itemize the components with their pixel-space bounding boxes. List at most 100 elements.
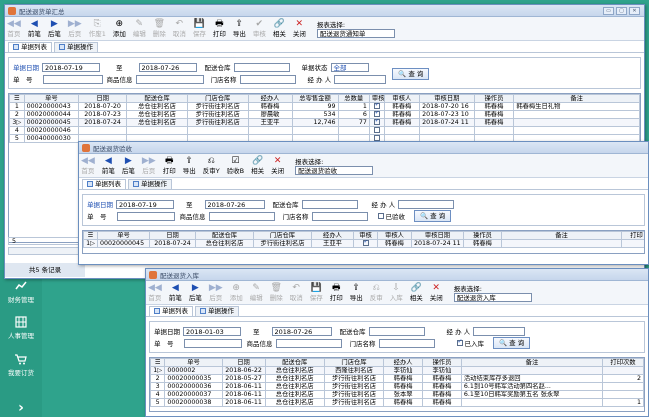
- date-to-input[interactable]: 2018-07-26: [138, 62, 197, 72]
- delete-button[interactable]: 🗑 删除: [270, 283, 283, 302]
- table-row[interactable]: 3 00020000036 2018-06-11 总仓往利名店 步行街往利名店 韩春梅 韩春…: [150, 382, 644, 391]
- table-row[interactable]: 2 00020000035 2018-05-27 总仓往利名店 步行街往利名店 韩春梅 韩春…: [150, 374, 644, 383]
- column-header[interactable]: 打印次数: [602, 358, 644, 367]
- warehouse-input[interactable]: [368, 326, 425, 336]
- void-button[interactable]: ⎘ 作废1: [89, 19, 106, 38]
- column-header[interactable]: 单号: [97, 231, 150, 240]
- column-header[interactable]: 单号: [23, 94, 80, 103]
- report-select-value[interactable]: 配送退货验收: [295, 166, 374, 175]
- maximize-icon[interactable]: ▢: [616, 6, 627, 15]
- doc-no-input[interactable]: [116, 211, 175, 221]
- sidebar-item-finance[interactable]: 财务管理: [0, 280, 42, 304]
- doc-no-input[interactable]: [183, 338, 242, 348]
- table-row[interactable]: 1▷ 0000002 2018-06-22 总仓往利名店 西隆往利名店 李钫仙 李钫仙: [150, 366, 644, 375]
- print-button[interactable]: 🖶 打印: [330, 283, 343, 302]
- instock-checkbox[interactable]: [456, 338, 463, 346]
- column-header[interactable]: 经办人: [247, 94, 293, 103]
- reaudit-button[interactable]: ⎌ 反审: [370, 283, 383, 302]
- minimize-icon[interactable]: ▭: [603, 6, 614, 15]
- column-header[interactable]: 备注: [460, 358, 604, 367]
- column-header[interactable]: 配送仓库: [126, 94, 188, 103]
- report-select[interactable]: 报表选择: 配送退货入库: [453, 285, 532, 302]
- related-button[interactable]: 🔗 相关: [273, 19, 286, 38]
- query-button[interactable]: 🔍 查 询: [493, 337, 531, 349]
- first-button[interactable]: ◀◀ 首页: [81, 156, 95, 175]
- agent-input[interactable]: [473, 326, 526, 336]
- column-header[interactable]: 日期: [221, 358, 266, 367]
- table-row[interactable]: 2 00020000044 2018-07-23 总仓往利名店 步行街往利名店 廖晨敏 53…: [9, 110, 640, 119]
- save-button[interactable]: 💾 保存: [310, 283, 323, 302]
- print-button[interactable]: 🖶 打印: [213, 19, 226, 38]
- column-header[interactable]: 门店仓库: [186, 94, 249, 103]
- store-input[interactable]: [378, 338, 435, 348]
- doc-no-input[interactable]: [42, 74, 103, 84]
- close-button[interactable]: ✕ 关闭: [430, 283, 443, 302]
- table-row[interactable]: 1▷000200000452018-07-24总仓往利名店步行街往利名店王亚平 韩…: [83, 239, 644, 248]
- related-button[interactable]: 🔗 相关: [251, 156, 264, 175]
- column-header[interactable]: 审核: [368, 94, 385, 103]
- column-header[interactable]: 总数量: [337, 94, 370, 103]
- goods-input[interactable]: [135, 74, 204, 84]
- add-button[interactable]: ⊕ 添加: [230, 283, 243, 302]
- cancel-button[interactable]: ↶ 取消: [173, 19, 186, 38]
- table-row[interactable]: 5 00020000038 2018-06-11 总仓往利名店 步行街往利名店 韩春梅 韩春…: [150, 398, 644, 407]
- sidebar-item-more[interactable]: ›: [0, 400, 42, 416]
- export-button[interactable]: ⇪ 导出: [233, 19, 246, 38]
- date-from-input[interactable]: 2018-07-19: [42, 62, 100, 72]
- report-select-value[interactable]: 配送退货入库: [453, 293, 532, 302]
- date-from-input[interactable]: 2018-01-03: [183, 326, 241, 336]
- first-button[interactable]: ◀◀ 首页: [148, 283, 162, 302]
- column-header[interactable]: 经办人: [311, 231, 354, 240]
- column-header[interactable]: 备注: [501, 231, 622, 240]
- delete-button[interactable]: 🗑 删除: [153, 19, 166, 38]
- export-button[interactable]: ⇪ 导出: [183, 156, 196, 175]
- close-button[interactable]: ✕ 关闭: [293, 19, 306, 38]
- sidebar-item-order[interactable]: 我要订货: [0, 353, 42, 377]
- goods-input[interactable]: [275, 338, 342, 348]
- query-button[interactable]: 🔍 查 询: [414, 210, 452, 222]
- date-to-input[interactable]: 2018-07-26: [271, 326, 332, 336]
- table-row[interactable]: 1 00020000043 2018-07-20 总仓往利名店 步行街往利名店 韩春梅 99…: [9, 102, 640, 111]
- cancel-button[interactable]: ↶ 取消: [290, 283, 303, 302]
- export-button[interactable]: ⇪ 导出: [350, 283, 363, 302]
- next-button[interactable]: ▶ 后笔: [48, 19, 61, 38]
- query-button[interactable]: 🔍 查 询: [392, 68, 430, 80]
- prev-button[interactable]: ◀ 前笔: [169, 283, 182, 302]
- warehouse-input[interactable]: [233, 62, 290, 72]
- save-button[interactable]: 💾 保存: [193, 19, 206, 38]
- last-button[interactable]: ▶▶ 后页: [209, 283, 223, 302]
- instock-button[interactable]: ⇩ 入库: [390, 283, 403, 302]
- close-button[interactable]: ✕ 关闭: [271, 156, 284, 175]
- reaudit-button[interactable]: ⎌ 反审Y: [203, 156, 220, 175]
- column-header[interactable]: 审核人: [377, 231, 412, 240]
- checked-checkbox[interactable]: [377, 213, 384, 219]
- column-header[interactable]: 门店仓库: [323, 358, 385, 367]
- column-header[interactable]: 审核人: [383, 94, 421, 103]
- column-header[interactable]: 单号: [164, 358, 223, 367]
- edit-button[interactable]: ✎ 编辑: [133, 19, 146, 38]
- column-header[interactable]: 日期: [78, 94, 128, 103]
- date-from-input[interactable]: 2018-07-19: [116, 199, 174, 209]
- column-header[interactable]: 配送仓库: [264, 358, 325, 367]
- last-button[interactable]: ▶▶ 后页: [142, 156, 156, 175]
- table-row[interactable]: 4 00020000046: [9, 126, 640, 135]
- sidebar-item-hr[interactable]: 人事管理: [0, 316, 42, 340]
- column-header[interactable]: 审核: [353, 231, 378, 240]
- report-select[interactable]: 报表选择: 配送退货通知单: [316, 21, 395, 38]
- tab-list[interactable]: 单据列表: [8, 42, 52, 52]
- audit-button[interactable]: ✔ 审核: [253, 19, 266, 38]
- tab-list[interactable]: 单据列表: [149, 306, 193, 316]
- next-button[interactable]: ▶ 后笔: [122, 156, 135, 175]
- close-window-icon[interactable]: ✕: [629, 6, 640, 15]
- column-header[interactable]: 门店仓库: [253, 231, 312, 240]
- related-button[interactable]: 🔗 相关: [410, 283, 423, 302]
- column-header[interactable]: 配送仓库: [195, 231, 254, 240]
- horizontal-scrollbar[interactable]: [8, 247, 88, 255]
- date-to-input[interactable]: 2018-07-26: [204, 199, 265, 209]
- column-header[interactable]: 操作员: [463, 231, 502, 240]
- agent-input[interactable]: [334, 74, 387, 84]
- print-button[interactable]: 🖶 打印: [163, 156, 176, 175]
- column-header[interactable]: 经办人: [383, 358, 424, 367]
- column-header[interactable]: 操作员: [422, 358, 462, 367]
- store-input[interactable]: [311, 211, 368, 221]
